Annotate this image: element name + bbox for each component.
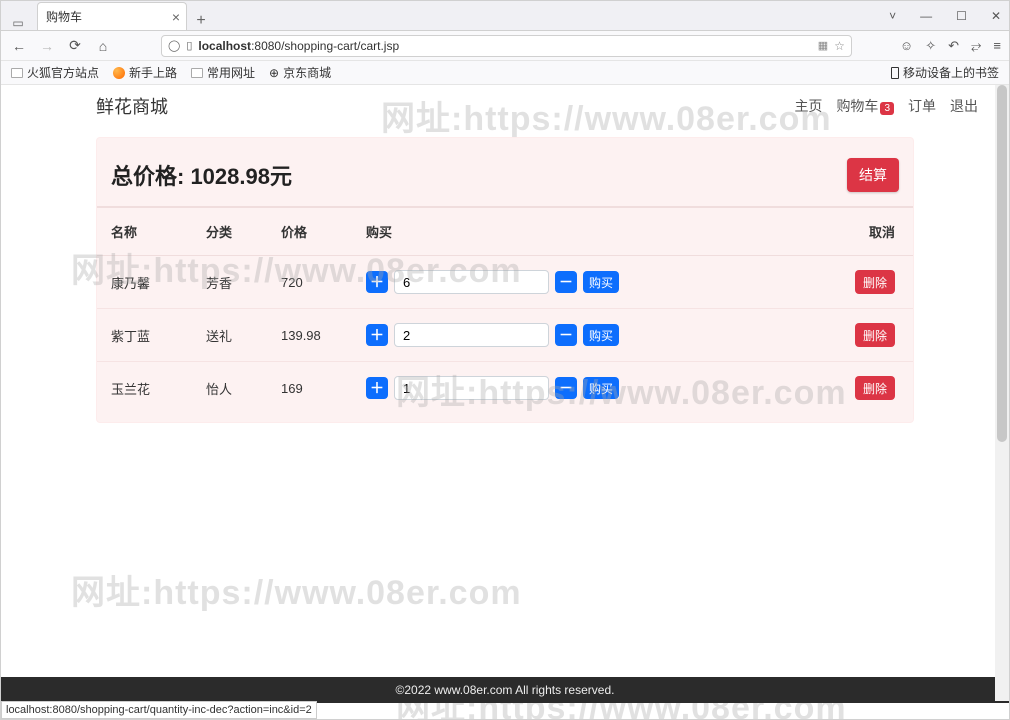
menu-icon[interactable]: ≡ — [993, 38, 1001, 53]
tab-list-icon[interactable]: ▭ — [1, 16, 35, 30]
th-price: 价格 — [267, 207, 352, 256]
cell-category: 怡人 — [192, 362, 267, 415]
undo-icon[interactable]: ↶ — [948, 38, 959, 54]
site-footer: ©2022 www.08er.com All rights reserved. — [1, 677, 1009, 703]
qty-decrease-button[interactable]: － — [555, 324, 577, 346]
site-brand[interactable]: 鲜花商城 — [96, 93, 168, 119]
site-navbar: 鲜花商城 主页 购物车3 订单 退出 — [1, 85, 1009, 127]
extensions-icon[interactable]: ✧ — [925, 38, 936, 54]
browser-tab-bar: ▭ 购物车 × + ˅ — ☐ ✕ — [1, 1, 1009, 31]
browser-status-bar: localhost:8080/shopping-cart/quantity-in… — [1, 701, 317, 719]
url-text: localhost:8080/shopping-cart/cart.jsp — [198, 39, 399, 53]
qty-increase-button[interactable]: ＋ — [366, 377, 388, 399]
browser-toolbar: ← → ⟳ ⌂ ◯ ▯ localhost:8080/shopping-cart… — [1, 31, 1009, 61]
qty-increase-button[interactable]: ＋ — [366, 271, 388, 293]
qty-decrease-button[interactable]: － — [555, 271, 577, 293]
globe-icon: ⊕ — [269, 66, 279, 80]
cell-price: 169 — [267, 362, 352, 415]
nav-orders[interactable]: 订单 — [908, 96, 936, 116]
bookmark-item[interactable]: 火狐官方站点 — [11, 64, 99, 81]
qty-decrease-button[interactable]: － — [555, 377, 577, 399]
window-close-icon[interactable]: ✕ — [991, 9, 1001, 23]
bookmark-item[interactable]: 常用网址 — [191, 64, 255, 81]
bookmark-item[interactable]: ⊕京东商城 — [269, 64, 331, 81]
firefox-icon — [113, 67, 125, 79]
new-tab-button[interactable]: + — [187, 12, 215, 30]
delete-button[interactable]: 删除 — [855, 323, 895, 347]
cell-category: 芳香 — [192, 256, 267, 309]
buy-button[interactable]: 购买 — [583, 324, 619, 346]
reload-button[interactable]: ⟳ — [65, 37, 85, 54]
window-minimize-icon[interactable]: — — [920, 9, 932, 23]
qr-icon[interactable]: ▦ — [818, 39, 828, 52]
home-button[interactable]: ⌂ — [93, 38, 113, 54]
account-icon[interactable]: ☺ — [900, 38, 913, 53]
delete-button[interactable]: 删除 — [855, 376, 895, 400]
cart-badge: 3 — [880, 102, 894, 115]
forward-button[interactable]: → — [37, 38, 57, 54]
qty-increase-button[interactable]: ＋ — [366, 324, 388, 346]
bookmarks-bar: 火狐官方站点 新手上路 常用网址 ⊕京东商城 移动设备上的书签 — [1, 61, 1009, 85]
window-maximize-icon[interactable]: ☐ — [956, 9, 967, 23]
bookmark-star-icon[interactable]: ☆ — [834, 39, 845, 53]
table-row: 紫丁蓝送礼139.98 ＋ － 购买 删除 — [97, 309, 913, 362]
chevron-down-icon[interactable]: ˅ — [889, 9, 896, 23]
th-cancel: 取消 — [833, 207, 913, 256]
nav-cart[interactable]: 购物车3 — [836, 96, 894, 116]
phone-icon — [891, 67, 899, 79]
pocket-icon[interactable]: ⥂ — [971, 38, 981, 54]
th-name: 名称 — [97, 207, 192, 256]
cell-price: 720 — [267, 256, 352, 309]
qty-input[interactable] — [394, 323, 549, 347]
buy-button[interactable]: 购买 — [583, 271, 619, 293]
buy-button[interactable]: 购买 — [583, 377, 619, 399]
table-row: 玉兰花怡人169 ＋ － 购买 删除 — [97, 362, 913, 415]
page-viewport: 网址:https://www.08er.com 网址:https://www.0… — [1, 85, 1009, 719]
qty-input[interactable] — [394, 270, 549, 294]
bookmark-item[interactable]: 新手上路 — [113, 64, 177, 81]
cell-name: 紫丁蓝 — [97, 309, 192, 362]
watermark: 网址:https://www.08er.com — [71, 565, 522, 614]
tab-title: 购物车 — [46, 8, 82, 25]
lock-icon: ▯ — [186, 39, 192, 52]
close-icon[interactable]: × — [172, 9, 180, 25]
browser-tab[interactable]: 购物车 × — [37, 2, 187, 30]
folder-icon — [11, 68, 23, 78]
th-buy: 购买 — [352, 207, 833, 256]
nav-home[interactable]: 主页 — [794, 96, 822, 116]
total-price: 总价格: 1028.98元 — [111, 159, 292, 191]
shield-icon: ◯ — [168, 39, 180, 52]
cell-name: 玉兰花 — [97, 362, 192, 415]
cell-category: 送礼 — [192, 309, 267, 362]
address-bar[interactable]: ◯ ▯ localhost:8080/shopping-cart/cart.js… — [161, 35, 852, 57]
cell-price: 139.98 — [267, 309, 352, 362]
th-category: 分类 — [192, 207, 267, 256]
qty-input[interactable] — [394, 376, 549, 400]
cart-card: 总价格: 1028.98元 结算 名称 分类 价格 购买 取消 康乃馨芳香720… — [96, 137, 914, 423]
back-button[interactable]: ← — [9, 38, 29, 54]
table-row: 康乃馨芳香720 ＋ － 购买 删除 — [97, 256, 913, 309]
cart-table: 名称 分类 价格 购买 取消 康乃馨芳香720＋－购买删除紫丁蓝送礼139.98… — [97, 206, 913, 414]
cell-name: 康乃馨 — [97, 256, 192, 309]
nav-logout[interactable]: 退出 — [950, 96, 978, 116]
mobile-bookmarks[interactable]: 移动设备上的书签 — [891, 64, 999, 81]
checkout-button[interactable]: 结算 — [847, 158, 899, 192]
vertical-scrollbar[interactable] — [995, 85, 1009, 701]
folder-icon — [191, 68, 203, 78]
delete-button[interactable]: 删除 — [855, 270, 895, 294]
